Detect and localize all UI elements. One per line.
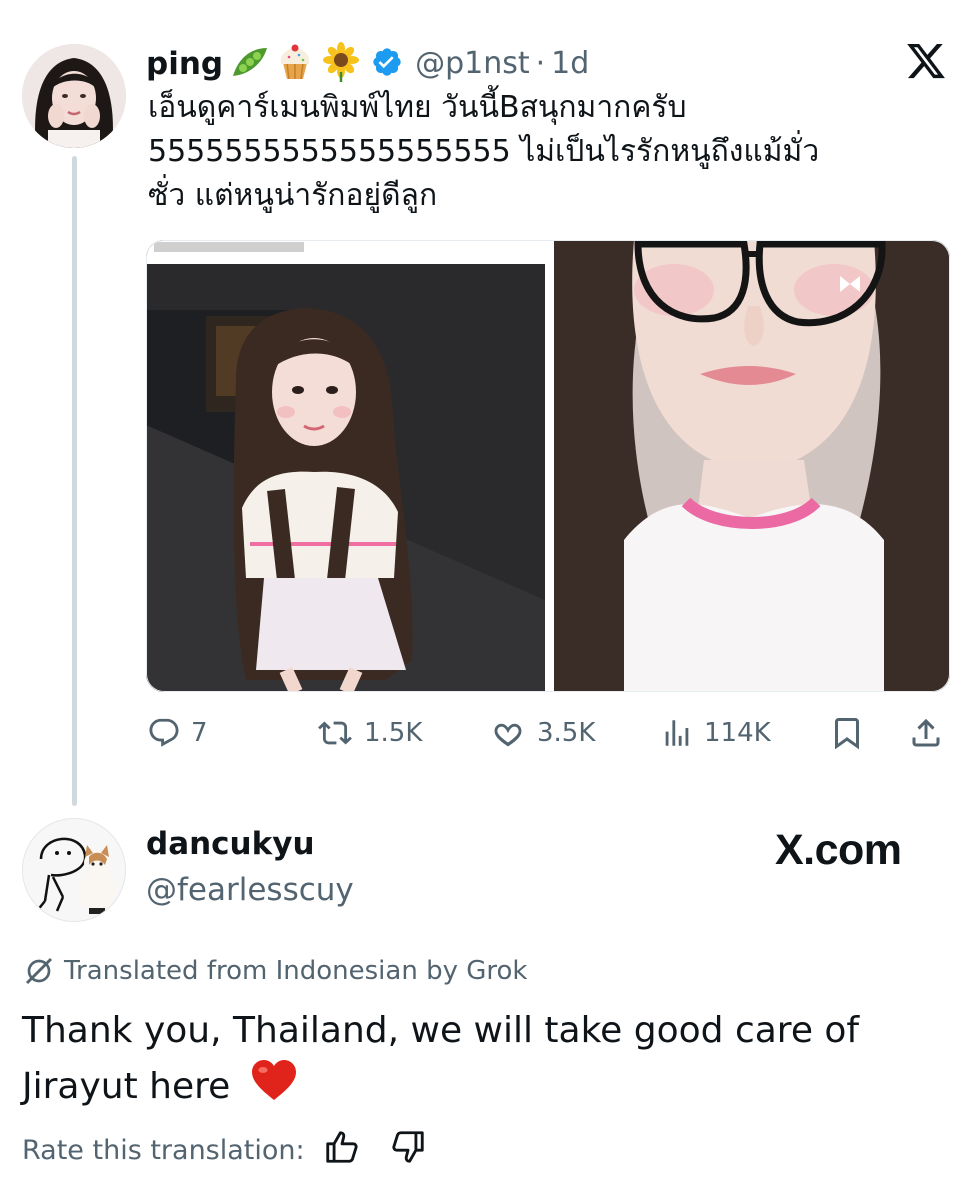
views-count: 114K	[704, 718, 771, 748]
like-button[interactable]: 3.5K	[489, 710, 595, 756]
meta-separator: ·	[535, 46, 546, 81]
tweet-text: เอ็นดูคาร์เมนพิมพ์ไทย วันนี้Bสนุกมากครับ…	[148, 90, 820, 213]
reply-text: Thank you, Thailand, we will take good c…	[22, 1004, 922, 1118]
reply-avatar[interactable]	[22, 818, 126, 922]
thread-connector-line	[72, 156, 77, 806]
translation-note: Translated from Indonesian by Grok	[22, 955, 527, 987]
reply-text-body: Thank you, Thailand, we will take good c…	[22, 1010, 860, 1107]
pea-pod-emoji	[229, 44, 269, 84]
media-image-2[interactable]	[554, 240, 950, 692]
timestamp[interactable]: 1d	[551, 44, 589, 84]
reply-icon	[149, 718, 179, 747]
share-icon	[912, 718, 940, 747]
views-button[interactable]: 114K	[660, 710, 771, 756]
repost-count: 1.5K	[364, 718, 423, 748]
x-logo-icon[interactable]	[904, 40, 948, 86]
cupcake-emoji	[275, 43, 315, 85]
tweet-header: ping @p1nst · 1d	[146, 42, 589, 86]
red-heart-emoji	[250, 1058, 298, 1118]
verified-badge-icon	[371, 46, 403, 82]
handle[interactable]: @p1nst	[415, 44, 530, 84]
x-com-watermark: X.com	[775, 826, 902, 874]
bookmark-button[interactable]	[829, 710, 865, 756]
thumbs-up-icon[interactable]	[323, 1128, 361, 1173]
share-button[interactable]	[908, 710, 944, 756]
translation-note-text: Translated from Indonesian by Grok	[64, 956, 528, 986]
bookmark-icon	[835, 718, 859, 750]
repost-button[interactable]: 1.5K	[316, 710, 422, 756]
reply-display-name[interactable]: dancukyu	[146, 826, 315, 862]
reply-handle[interactable]: @fearlesscuy	[146, 872, 354, 908]
repost-icon	[318, 721, 352, 745]
translate-icon	[25, 957, 53, 985]
reply-button[interactable]: 7	[147, 710, 208, 756]
rate-translation: Rate this translation:	[22, 1128, 427, 1173]
views-icon	[665, 720, 689, 746]
like-count: 3.5K	[537, 718, 596, 748]
reply-count: 7	[191, 718, 208, 748]
avatar[interactable]	[22, 44, 126, 148]
display-name[interactable]: ping	[146, 44, 223, 84]
rate-label: Rate this translation:	[22, 1135, 305, 1166]
media-image-1[interactable]	[146, 240, 545, 692]
sunflower-emoji	[321, 42, 361, 86]
thumbs-down-icon[interactable]	[389, 1128, 427, 1173]
like-icon	[494, 723, 522, 747]
